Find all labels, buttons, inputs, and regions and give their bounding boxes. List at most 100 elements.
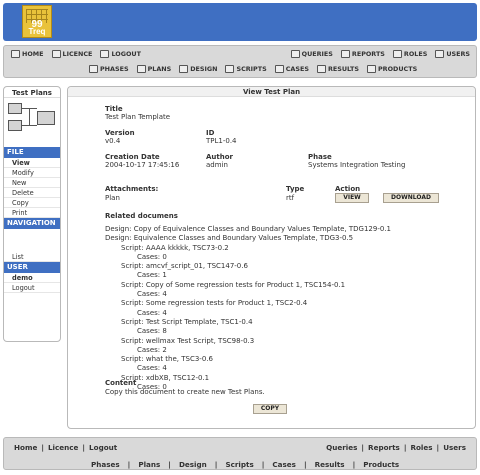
footer-separator: | [127,460,131,469]
related-item[interactable]: Script: Test Script Template, TSC1-0.4 [105,318,391,327]
related-item[interactable]: Script: AAAA kkkkk, TSC73-0.2 [105,244,391,253]
nav-plans-label: Plans [147,65,172,73]
author-label: Author [206,153,233,161]
panel-title: View Test Plan [68,87,475,97]
sidebar-title: Test Plans [4,87,60,98]
nav-licence[interactable]: Licence [51,50,93,58]
footer-separator: | [168,460,171,469]
footer-cases-link[interactable]: Cases [272,460,296,469]
related-item[interactable]: Design: Copy of Equivalence Classes and … [105,225,391,234]
nav-row-primary: Home Licence Logout [11,50,141,58]
nav-cases[interactable]: Cases [274,65,309,73]
sidebar-item-delete[interactable]: Delete [4,188,60,198]
related-item-cases: Cases: 0 [137,252,167,261]
sidebar-item-view[interactable]: View [4,158,60,168]
related-item[interactable]: Script: wellmax Test Script, TSC98-0.3 [105,337,391,346]
footer-queries-link[interactable]: Queries [326,443,357,452]
nav-users-label: Users [446,50,470,58]
sidebar-navigation-spacer [4,229,60,252]
sidebar-user-name: demo [4,273,60,283]
nav-plans[interactable]: Plans [136,65,172,73]
footer-home-link[interactable]: Home [14,443,37,452]
action-label: Action [335,185,361,193]
footer-results-link[interactable]: Results [315,460,345,469]
attachment-name: Plan [105,194,120,202]
id-value: TPL1-0.4 [206,137,237,145]
related-documents-label: Related documens [105,212,178,220]
content-value: Copy this document to create new Test Pl… [105,388,265,396]
footer-row-right: Queries | Reports | Roles | Users [326,443,466,452]
products-icon [367,65,376,73]
nav-queries-label: Queries [301,50,333,58]
footer-design-link[interactable]: Design [179,460,207,469]
sidebar-item-new[interactable]: New [4,178,60,188]
roles-icon [392,50,402,58]
scripts-icon [225,65,235,73]
sidebar-item-modify[interactable]: Modify [4,168,60,178]
nav-queries[interactable]: Queries [290,50,333,58]
nav-home[interactable]: Home [11,50,44,58]
download-button[interactable]: DOWNLOAD [383,193,439,203]
footer-separator: | [41,443,44,452]
nav-scripts-label: Scripts [236,65,267,73]
id-label: ID [206,129,215,137]
footer-licence-link[interactable]: Licence [48,443,78,452]
nav-row-admin: Queries Reports Roles Users [290,50,470,58]
sidebar-item-print[interactable]: Print [4,208,60,218]
logo-text: Treq [28,27,46,36]
related-item[interactable]: Script: xdbXB, TSC12-0.1 [105,374,391,383]
nav-products[interactable]: Products [367,65,417,73]
nav-results[interactable]: Results [316,65,359,73]
diagram-box-3 [37,111,55,125]
attachments-label: Attachments: [105,185,159,193]
footer-reports-link[interactable]: Reports [368,443,400,452]
related-item[interactable]: Script: Some regression tests for Produc… [105,299,391,308]
type-value: rtf [286,194,295,202]
app-logo[interactable]: 99 Treq [22,5,52,38]
copy-button[interactable]: COPY [253,404,287,414]
footer-products-link[interactable]: Products [363,460,399,469]
footer-separator: | [403,443,407,452]
related-item[interactable]: Design: Equivalence Classes and Boundary… [105,234,391,243]
footer-scripts-link[interactable]: Scripts [225,460,253,469]
nav-logout[interactable]: Logout [100,50,141,58]
nav-results-label: Results [327,65,359,73]
sidebar-item-logout[interactable]: Logout [4,283,60,293]
sidebar-file-header: FILE [4,147,60,158]
view-test-plan-panel: View Test Plan Title Test Plan Template … [67,86,476,429]
creation-date-value: 2004-10-17 17:45:16 [105,161,180,169]
related-item[interactable]: Script: Copy of Some regression tests fo… [105,281,391,290]
footer-phases-link[interactable]: Phases [91,460,120,469]
related-item[interactable]: Script: amcvf_script_01, TSC147-0.6 [105,262,391,271]
sidebar-user-header: USER [4,262,60,273]
footer-plans-link[interactable]: Plans [138,460,160,469]
related-item-cases: Cases: 1 [137,271,167,280]
related-item-cases: Cases: 4 [137,290,167,299]
nav-products-label: Products [378,65,418,73]
sidebar-item-list[interactable]: List [4,252,60,262]
sidebar-item-copy[interactable]: Copy [4,198,60,208]
footer-separator: | [82,443,86,452]
version-label: Version [105,129,135,137]
nav-reports[interactable]: Reports [340,50,385,58]
footer-users-link[interactable]: Users [443,443,466,452]
sidebar: Test Plans FILE View Modify New Delete C… [3,86,61,342]
nav-users[interactable]: Users [435,50,470,58]
footer-logout-link[interactable]: Logout [89,443,117,452]
nav-roles[interactable]: Roles [392,50,428,58]
nav-home-label: Home [22,50,44,58]
content-label: Content [105,379,137,387]
phase-label: Phase [308,153,332,161]
view-button[interactable]: VIEW [335,193,369,203]
nav-design[interactable]: Design [179,65,217,73]
nav-phases[interactable]: Phases [89,65,129,73]
header-bar: 99 Treq [3,3,477,41]
test-plans-diagram-icon [4,98,60,143]
related-item[interactable]: Script: what the, TSC3-0.6 [105,355,391,364]
footer-roles-link[interactable]: Roles [410,443,432,452]
nav-scripts[interactable]: Scripts [225,65,267,73]
nav-licence-label: Licence [62,50,93,58]
nav-roles-label: Roles [403,50,428,58]
type-label: Type [286,185,305,193]
nav-reports-label: Reports [351,50,385,58]
